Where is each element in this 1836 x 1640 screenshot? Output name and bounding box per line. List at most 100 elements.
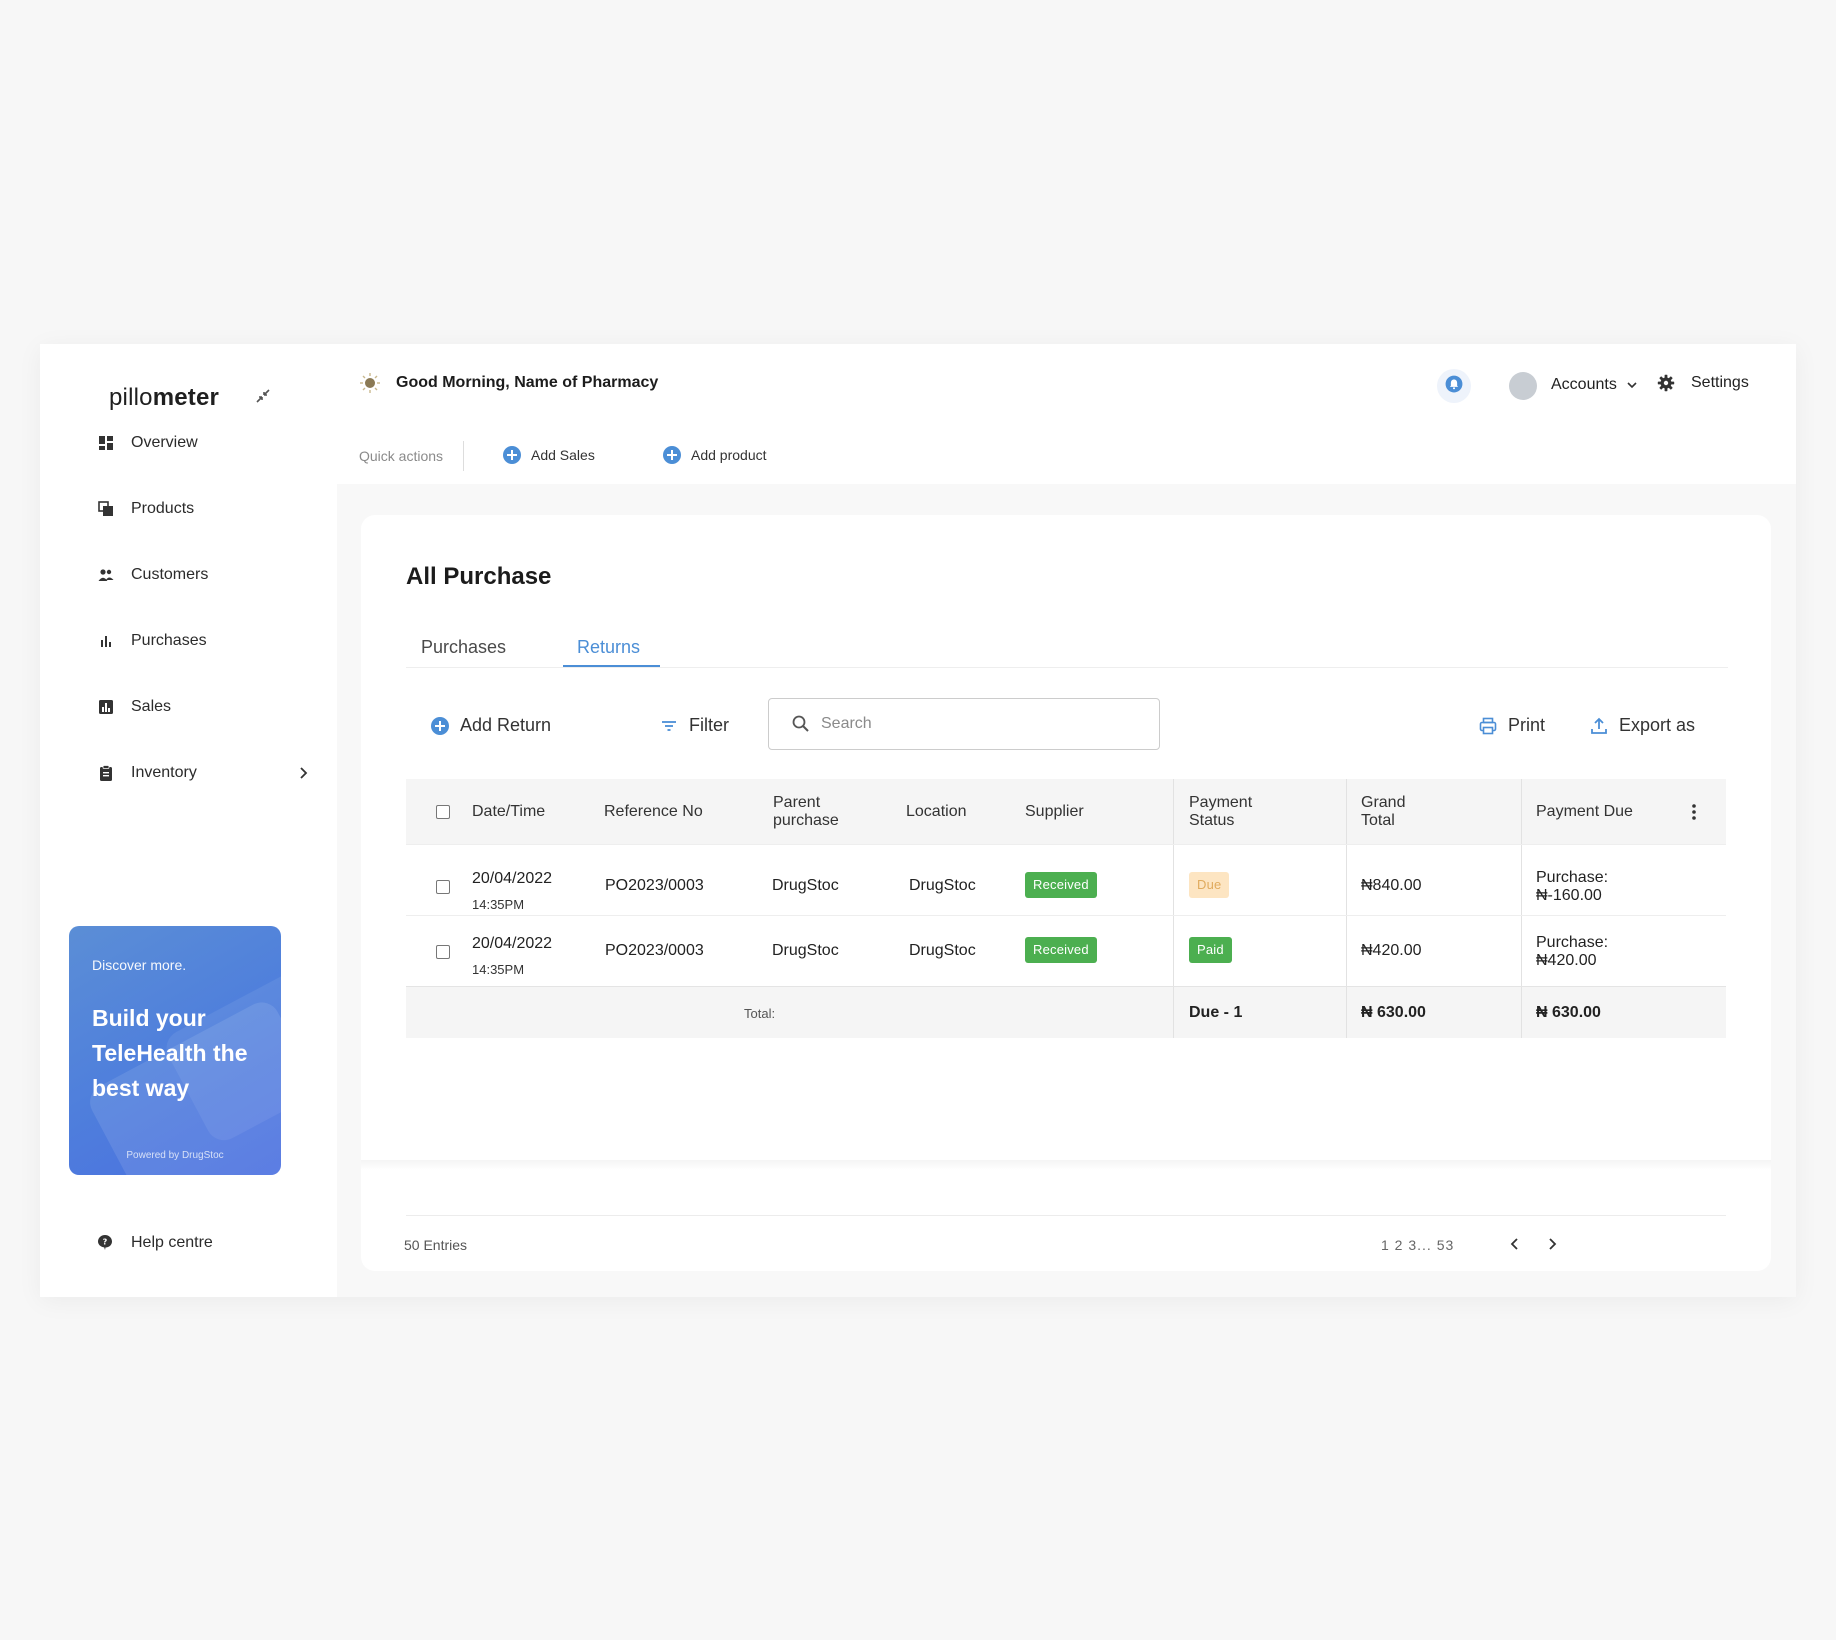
date-cell: 20/04/2022 14:35PM — [472, 935, 552, 979]
collapse-icon[interactable] — [253, 386, 273, 406]
add-return-button[interactable]: Add Return — [430, 715, 551, 736]
tab-returns[interactable]: Returns — [577, 637, 640, 658]
help-icon: ? — [97, 1234, 115, 1252]
add-product-button[interactable]: Add product — [663, 446, 767, 464]
printer-icon — [1478, 716, 1498, 736]
total-status: Due - 1 — [1189, 1004, 1243, 1021]
search-icon — [791, 714, 811, 734]
supplier-status-cell: Received — [1025, 872, 1097, 898]
payment-due-cell: Purchase: ₦-160.00 — [1536, 869, 1608, 905]
promo-card[interactable]: Discover more. Build your TeleHealth the… — [69, 926, 281, 1175]
bell-icon — [1445, 375, 1463, 398]
column-header-location[interactable]: Location — [906, 803, 967, 821]
header-line: Grand — [1361, 794, 1406, 811]
section-divider — [361, 1160, 1771, 1170]
add-sales-button[interactable]: Add Sales — [503, 446, 595, 464]
sidebar-item-customers[interactable]: Customers — [97, 558, 297, 592]
bar-chart-icon — [97, 632, 115, 650]
column-header-supplier[interactable]: Supplier — [1025, 803, 1084, 821]
date-value: 20/04/2022 — [472, 935, 553, 952]
sales-chart-icon — [97, 698, 115, 716]
logo-text-light: pillo — [109, 384, 153, 411]
sidebar-item-sales[interactable]: Sales — [97, 690, 297, 724]
filter-label: Filter — [689, 715, 729, 735]
status-badge: Received — [1025, 872, 1097, 898]
due-value: ₦-160.00 — [1536, 887, 1602, 904]
sidebar-item-label: Customers — [131, 566, 209, 583]
notifications-button[interactable] — [1437, 369, 1471, 403]
purchase-card: All Purchase Purchases Returns Add Retur… — [361, 515, 1771, 1271]
table-row[interactable]: 20/04/2022 14:35PM PO2023/0003 DrugStoc D… — [406, 844, 1726, 915]
status-badge: Due — [1189, 872, 1230, 898]
export-button[interactable]: Export as — [1589, 715, 1695, 736]
supplier-status-cell: Received — [1025, 937, 1097, 963]
sidebar-item-products[interactable]: Products — [97, 492, 297, 526]
returns-table: Date/Time Reference No Parent purchase Lo… — [406, 779, 1726, 1038]
column-divider — [1173, 779, 1174, 844]
greeting: Good Morning, Name of Pharmacy — [359, 372, 658, 394]
promo-powered-by: Powered by DrugStoc — [126, 1150, 224, 1161]
due-value: ₦420.00 — [1536, 952, 1597, 969]
column-header-reference[interactable]: Reference No — [604, 803, 703, 821]
sidebar-item-inventory[interactable]: Inventory — [97, 756, 308, 790]
logo-text-bold: meter — [152, 384, 220, 411]
print-label: Print — [1508, 715, 1546, 735]
column-divider — [1346, 779, 1347, 844]
column-header-date[interactable]: Date/Time — [472, 803, 545, 821]
sidebar-item-label: Overview — [131, 434, 198, 451]
column-header-payment-due[interactable]: Payment Due — [1536, 803, 1633, 821]
main-content: All Purchase Purchases Returns Add Retur… — [337, 484, 1796, 1297]
header-line: Total — [1361, 812, 1395, 829]
chevron-right-icon[interactable] — [1543, 1235, 1561, 1253]
sidebar: pillometer Overview Products Customers P… — [40, 344, 337, 1297]
header-line: Status — [1189, 812, 1235, 829]
grand-total-cell: ₦840.00 — [1361, 877, 1422, 894]
app-logo[interactable]: pillometer — [109, 384, 219, 412]
grand-total-cell: ₦420.00 — [1361, 942, 1422, 959]
column-divider — [1346, 916, 1347, 986]
add-icon — [663, 446, 681, 464]
help-centre-link[interactable]: ? Help centre — [97, 1234, 213, 1252]
filter-button[interactable]: Filter — [659, 715, 729, 736]
column-header-grand-total[interactable]: Grand Total — [1361, 794, 1405, 830]
settings-button[interactable]: Settings — [1657, 374, 1749, 392]
sidebar-item-overview[interactable]: Overview — [97, 426, 297, 460]
print-button[interactable]: Print — [1478, 715, 1545, 736]
accounts-dropdown[interactable]: Accounts — [1551, 376, 1639, 394]
column-header-payment-status[interactable]: Payment Status — [1189, 794, 1252, 830]
dashboard-icon — [97, 434, 115, 452]
parent-purchase-cell: DrugStoc — [772, 877, 839, 894]
add-return-label: Add Return — [460, 715, 552, 735]
divider — [463, 441, 464, 471]
top-bar: Good Morning, Name of Pharmacy Accounts … — [337, 344, 1796, 484]
search-input[interactable] — [821, 715, 1141, 733]
search-box[interactable] — [768, 698, 1160, 750]
location-cell: DrugStoc — [909, 877, 976, 894]
tab-purchases[interactable]: Purchases — [421, 637, 506, 658]
table-row[interactable]: 20/04/2022 14:35PM PO2023/0003 DrugStoc D… — [406, 915, 1726, 986]
active-tab-indicator — [563, 665, 660, 667]
column-header-parent[interactable]: Parent purchase — [773, 794, 839, 830]
reference-cell: PO2023/0003 — [605, 942, 704, 959]
accounts-label: Accounts — [1551, 376, 1617, 393]
total-grand-total: ₦ 630.00 — [1361, 1004, 1426, 1021]
avatar[interactable] — [1509, 372, 1537, 400]
location-cell: DrugStoc — [909, 942, 976, 959]
payment-status-cell: Paid — [1189, 937, 1232, 963]
sidebar-item-purchases[interactable]: Purchases — [97, 624, 297, 658]
table-header-row: Date/Time Reference No Parent purchase Lo… — [406, 779, 1726, 844]
column-divider — [1346, 987, 1347, 1038]
row-checkbox[interactable] — [436, 945, 450, 959]
quick-actions-label: Quick actions — [359, 448, 444, 464]
more-options-icon[interactable] — [1691, 803, 1697, 821]
chevron-right-icon[interactable] — [295, 765, 311, 781]
parent-purchase-cell: DrugStoc — [772, 942, 839, 959]
due-label: Purchase: — [1536, 934, 1609, 951]
page-numbers[interactable]: 1 2 3... 53 — [1381, 1237, 1454, 1253]
greeting-text: Good Morning, Name of Pharmacy — [396, 374, 659, 391]
chevron-left-icon[interactable] — [1506, 1235, 1524, 1253]
add-icon — [503, 446, 521, 464]
select-all-checkbox[interactable] — [436, 805, 450, 819]
upload-icon — [1589, 716, 1609, 736]
row-checkbox[interactable] — [436, 880, 450, 894]
